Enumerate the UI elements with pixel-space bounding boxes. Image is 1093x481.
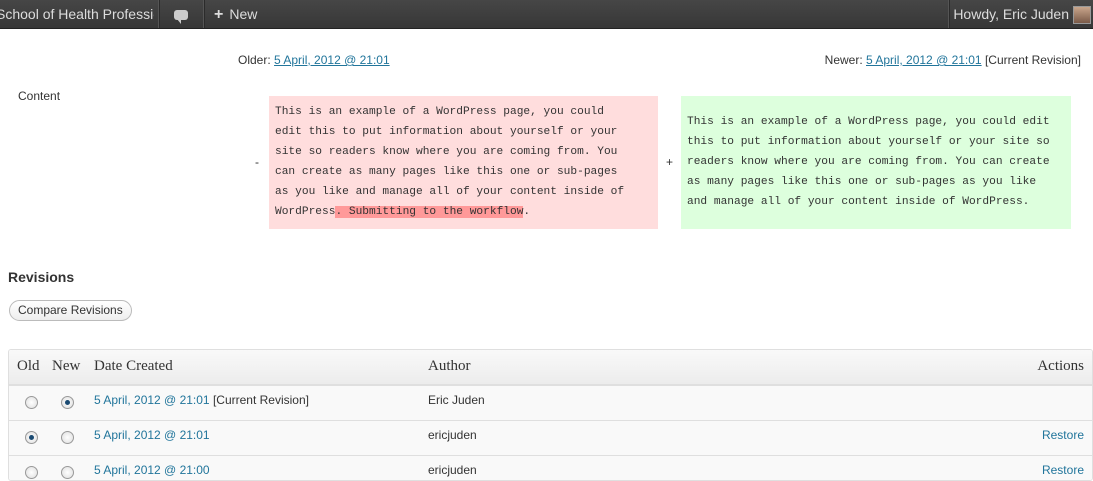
comments-button[interactable] bbox=[162, 0, 200, 28]
deleted-content-box: This is an example of a WordPress page, … bbox=[269, 96, 658, 229]
table-row: 5 April, 2012 @ 21:00 ericjuden Restore bbox=[9, 455, 1092, 480]
column-author: Author bbox=[428, 358, 471, 374]
site-name-link[interactable]: School of Health Professions bbox=[0, 0, 154, 28]
admin-bar-divider bbox=[203, 0, 205, 28]
added-marker: + bbox=[666, 155, 674, 169]
diff-line: as many pages like this one or sub-pages… bbox=[687, 176, 1037, 188]
diff-line: this to put information about yourself o… bbox=[687, 136, 1050, 148]
howdy-user-menu[interactable]: Howdy, Eric Juden bbox=[953, 0, 1069, 28]
diff-line: site so readers know where you are comin… bbox=[275, 146, 618, 158]
compare-revisions-button[interactable]: Compare Revisions bbox=[9, 300, 132, 321]
new-content-button[interactable]: + New bbox=[214, 0, 257, 28]
column-actions: Actions bbox=[1037, 358, 1084, 374]
restore-link[interactable]: Restore bbox=[1042, 428, 1084, 442]
comment-bubble-icon bbox=[174, 10, 188, 24]
new-radio[interactable] bbox=[61, 431, 74, 444]
new-label: New bbox=[229, 6, 258, 22]
old-radio[interactable] bbox=[25, 431, 38, 444]
diff-line: WordPress. Submitting to the workflow. bbox=[275, 202, 652, 222]
diff-line: edit this to put information about yours… bbox=[275, 126, 618, 138]
older-label: Older: bbox=[238, 53, 271, 67]
revision-author: ericjuden bbox=[428, 463, 477, 477]
newer-revision-header: Newer: 5 April, 2012 @ 21:01 [Current Re… bbox=[825, 53, 1081, 67]
revisions-table: Old New Date Created Author Actions 5 Ap… bbox=[8, 349, 1093, 481]
diff-text: . bbox=[523, 206, 531, 218]
newer-revision-link[interactable]: 5 April, 2012 @ 21:01 bbox=[866, 53, 982, 67]
newer-label: Newer: bbox=[824, 53, 863, 67]
table-row: 5 April, 2012 @ 21:01 ericjuden Restore bbox=[9, 420, 1092, 455]
restore-link[interactable]: Restore bbox=[1042, 463, 1084, 477]
added-content-box: This is an example of a WordPress page, … bbox=[681, 96, 1071, 229]
revision-date-link[interactable]: 5 April, 2012 @ 21:01 bbox=[94, 428, 210, 442]
diff-line: This is an example of a WordPress page, … bbox=[687, 116, 1050, 128]
deleted-marker: - bbox=[255, 155, 259, 169]
admin-bar: School of Health Professions + New Howdy,… bbox=[0, 0, 1093, 29]
avatar[interactable] bbox=[1073, 6, 1091, 24]
revision-date-link[interactable]: 5 April, 2012 @ 21:00 bbox=[94, 463, 210, 477]
plus-icon: + bbox=[214, 6, 224, 23]
revision-author: ericjuden bbox=[428, 428, 477, 442]
column-old: Old bbox=[17, 358, 40, 374]
column-date-created: Date Created bbox=[94, 358, 173, 374]
diff-line: as you like and manage all of your conte… bbox=[275, 186, 625, 198]
new-radio[interactable] bbox=[61, 466, 74, 479]
revision-date-link[interactable]: 5 April, 2012 @ 21:01 bbox=[94, 393, 210, 407]
revisions-heading: Revisions bbox=[8, 269, 75, 285]
diff-line: readers know where you are coming from. … bbox=[687, 156, 1050, 168]
current-revision-tag: [Current Revision] bbox=[212, 393, 309, 407]
diff-line: can create as many pages like this one o… bbox=[275, 166, 618, 178]
older-revision-link[interactable]: 5 April, 2012 @ 21:01 bbox=[274, 53, 390, 67]
new-radio[interactable] bbox=[61, 396, 74, 409]
deleted-text-highlight: . Submitting to the workflow bbox=[335, 206, 524, 218]
current-revision-tag: [Current Revision] bbox=[984, 53, 1081, 67]
old-radio[interactable] bbox=[25, 466, 38, 479]
revision-author: Eric Juden bbox=[428, 393, 485, 407]
admin-bar-divider bbox=[948, 0, 950, 28]
admin-bar-divider bbox=[158, 0, 160, 28]
table-row: 5 April, 2012 @ 21:01 [Current Revision]… bbox=[9, 385, 1092, 420]
table-header: Old New Date Created Author Actions bbox=[9, 350, 1092, 385]
old-radio[interactable] bbox=[25, 396, 38, 409]
older-revision-header: Older: 5 April, 2012 @ 21:01 bbox=[238, 53, 390, 67]
column-new: New bbox=[52, 358, 81, 374]
diff-line: and manage all of your content inside of… bbox=[687, 196, 1030, 208]
diff-line: This is an example of a WordPress page, … bbox=[275, 106, 604, 118]
diff-text: WordPress bbox=[275, 206, 336, 218]
content-field-label: Content bbox=[18, 89, 61, 103]
